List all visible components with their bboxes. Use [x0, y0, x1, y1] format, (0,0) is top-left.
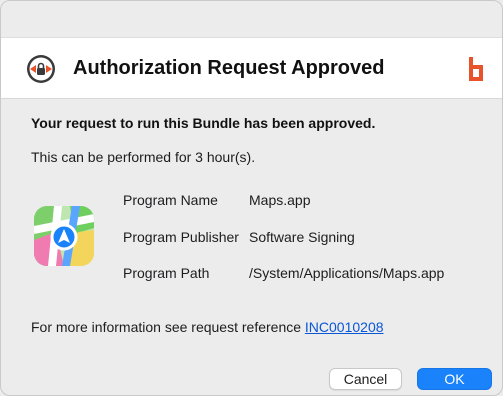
authorization-lock-icon: [27, 55, 55, 83]
reference-info: For more information see request referen…: [31, 319, 384, 335]
dialog-header: Authorization Request Approved: [1, 37, 502, 99]
program-publisher-label: Program Publisher: [123, 229, 239, 245]
maps-app-icon: [34, 206, 94, 266]
reference-prefix: For more information see request referen…: [31, 319, 305, 335]
authorization-dialog: Authorization Request Approved Your requ…: [0, 0, 503, 396]
program-name-value: Maps.app: [249, 192, 311, 208]
brand-logo-icon: [469, 57, 483, 81]
approval-headline: Your request to run this Bundle has been…: [31, 115, 376, 131]
program-path-label: Program Path: [123, 265, 210, 281]
program-name-label: Program Name: [123, 192, 218, 208]
program-path-value: /System/Applications/Maps.app: [249, 265, 445, 281]
duration-text: This can be performed for 3 hour(s).: [31, 149, 256, 165]
ok-button[interactable]: OK: [417, 368, 492, 390]
window-titlebar[interactable]: [1, 1, 502, 37]
program-publisher-value: Software Signing: [249, 229, 355, 245]
cancel-button[interactable]: Cancel: [329, 368, 402, 390]
reference-link[interactable]: INC0010208: [305, 319, 384, 335]
dialog-title: Authorization Request Approved: [73, 57, 385, 79]
